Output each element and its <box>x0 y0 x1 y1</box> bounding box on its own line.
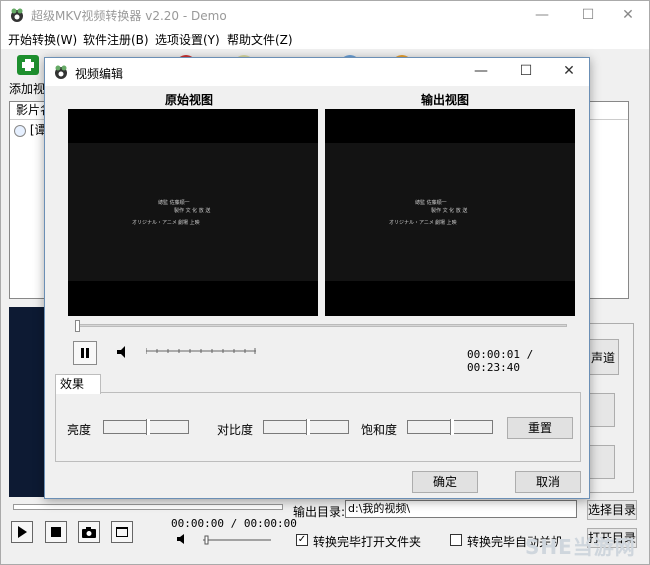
stop-button[interactable] <box>45 521 67 543</box>
select-dir-button[interactable]: 选择目录 <box>587 500 637 520</box>
reset-button[interactable]: 重置 <box>507 417 573 439</box>
volume-slider[interactable] <box>146 348 256 354</box>
main-volume-icon[interactable] <box>177 534 189 544</box>
main-preview <box>9 307 49 497</box>
video-edit-dialog: 视频编辑 — ☐ ✕ 原始视图 输出视图 總監 佐藤順一 製作 文 化 放 送 … <box>44 57 590 499</box>
menu-start[interactable]: 开始转换(W) <box>8 31 77 48</box>
output-dir-input[interactable]: d:\我的视频\ <box>345 500 577 518</box>
dialog-time: 00:00:01 / 00:23:40 <box>467 348 534 374</box>
open-folder-checkbox[interactable]: ✓ <box>296 534 308 546</box>
main-title: 超级MKV视频转换器 v2.20 - Demo <box>31 9 227 23</box>
output-view-label: 输出视图 <box>421 93 470 107</box>
pause-button[interactable] <box>73 341 97 365</box>
dialog-close-button[interactable]: ✕ <box>547 58 591 86</box>
menubar: 开始转换(W) 软件注册(B) 选项设置(Y) 帮助文件(Z) <box>1 29 649 49</box>
stop-icon <box>51 527 61 537</box>
menu-help[interactable]: 帮助文件(Z) <box>227 31 293 48</box>
fullscreen-button[interactable] <box>111 521 133 543</box>
minimize-button[interactable]: — <box>519 1 565 29</box>
original-view-label: 原始视图 <box>165 93 214 107</box>
dialog-seek-bar[interactable] <box>77 324 567 327</box>
pause-icon <box>81 348 89 358</box>
file-icon <box>14 124 26 137</box>
caption-line-2: 製作 文 化 放 送 <box>174 208 211 214</box>
ok-button[interactable]: 确定 <box>412 471 478 493</box>
snapshot-button[interactable] <box>78 521 100 543</box>
contrast-label: 对比度 <box>217 423 254 437</box>
volume-icon[interactable] <box>117 346 131 358</box>
contrast-slider[interactable] <box>263 419 349 435</box>
dialog-seek-thumb[interactable] <box>75 320 80 332</box>
brightness-thumb[interactable] <box>146 419 150 435</box>
watermark: SHE当游网 <box>525 535 636 559</box>
dialog-minimize-button[interactable]: — <box>459 58 503 86</box>
add-video-label[interactable]: 添加视 <box>9 80 45 97</box>
menu-register[interactable]: 软件注册(B) <box>83 31 149 48</box>
open-folder-label[interactable]: 转换完毕打开文件夹 <box>313 533 421 550</box>
add-video-icon[interactable] <box>13 51 43 79</box>
saturation-thumb[interactable] <box>450 419 454 435</box>
dialog-maximize-button[interactable]: ☐ <box>504 58 548 86</box>
file-list-row[interactable]: [谭 <box>14 122 47 138</box>
saturation-slider[interactable] <box>407 419 493 435</box>
original-video: 總監 佐藤順一 製作 文 化 放 送 オリジナル・アニメ 劇場 上映 <box>68 109 318 316</box>
output-caption-line-2: 製作 文 化 放 送 <box>431 208 468 214</box>
caption-line-1: 總監 佐藤順一 <box>158 200 190 206</box>
main-time: 00:00:00 / 00:00:00 <box>171 517 297 530</box>
menu-options[interactable]: 选项设置(Y) <box>155 31 220 48</box>
window-icon <box>116 527 128 537</box>
caption-line-3: オリジナル・アニメ <box>132 220 177 226</box>
output-dir-label: 输出目录: <box>293 505 346 519</box>
main-volume-slider[interactable] <box>203 534 271 546</box>
caption-line-4: 劇場 上映 <box>178 220 200 226</box>
output-caption-line-1: 總監 佐藤順一 <box>415 200 447 206</box>
app-icon <box>11 8 23 22</box>
play-button[interactable] <box>11 521 33 543</box>
output-video: 總監 佐藤順一 製作 文 化 放 送 オリジナル・アニメ 劇場 上映 <box>325 109 575 316</box>
brightness-slider[interactable] <box>103 419 189 435</box>
dialog-titlebar: 视频编辑 — ☐ ✕ <box>45 58 589 86</box>
main-titlebar: 超级MKV视频转换器 v2.20 - Demo — ☐ ✕ <box>1 1 649 29</box>
right-button-3[interactable] <box>587 445 615 479</box>
close-button[interactable]: ✕ <box>605 1 650 29</box>
cancel-button[interactable]: 取消 <box>515 471 581 493</box>
right-button-2[interactable] <box>587 393 615 427</box>
main-seek-bar[interactable] <box>13 504 283 510</box>
output-caption-line-4: 劇場 上映 <box>435 220 457 226</box>
saturation-label: 饱和度 <box>361 423 398 437</box>
dialog-app-icon <box>55 65 67 79</box>
play-icon <box>18 526 27 538</box>
brightness-label: 亮度 <box>67 423 92 437</box>
contrast-thumb[interactable] <box>306 419 310 435</box>
effects-tab[interactable]: 效果 <box>55 374 101 394</box>
output-caption-line-3: オリジナル・アニメ <box>389 220 434 226</box>
channel-button[interactable]: 声道 <box>587 339 619 375</box>
camera-icon <box>82 526 96 538</box>
auto-shutdown-checkbox[interactable] <box>450 534 462 546</box>
dialog-title: 视频编辑 <box>75 67 124 81</box>
